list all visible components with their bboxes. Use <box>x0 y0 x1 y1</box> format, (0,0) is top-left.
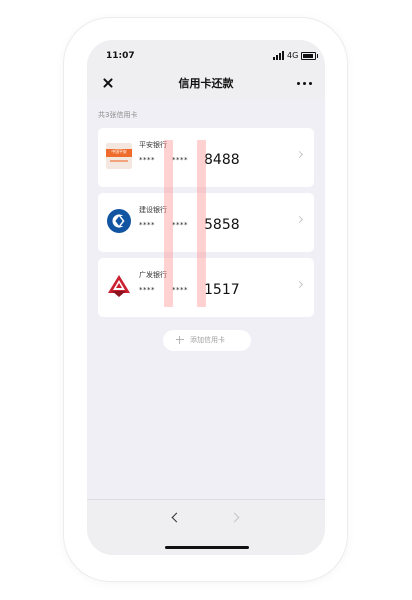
chevron-right-icon <box>295 280 304 289</box>
page-title: 信用卡还款 <box>178 77 234 90</box>
battery-fill <box>303 54 313 58</box>
back-icon[interactable] <box>171 512 179 524</box>
status-bar: 11:07 4G <box>87 40 325 70</box>
signal-icon <box>273 51 285 60</box>
network-label: 4G <box>287 51 299 60</box>
bank-name: 建设银行 <box>139 206 167 214</box>
masked-card-number-group: **** <box>139 156 155 164</box>
add-credit-card-button[interactable]: 添加信用卡 <box>163 330 251 351</box>
card-last-four: 8488 <box>204 152 240 168</box>
card-count-label: 共3张信用卡 <box>98 111 138 119</box>
more-icon[interactable] <box>297 81 313 86</box>
top-navigation-bar: 信用卡还款 <box>87 70 325 98</box>
add-credit-card-label: 添加信用卡 <box>190 336 225 344</box>
bank-name: 广发银行 <box>139 271 167 279</box>
plus-icon <box>176 336 184 344</box>
home-indicator <box>165 546 249 549</box>
close-icon[interactable] <box>99 74 117 92</box>
status-time: 11:07 <box>106 51 135 61</box>
masked-card-number-group: **** <box>172 156 188 164</box>
chevron-right-icon <box>295 150 304 159</box>
pingan-bank-logo: 中国平安 <box>106 143 132 169</box>
credit-card-item-gdb[interactable]: 广发银行 **** **** 1517 <box>98 258 314 317</box>
bank-name: 平安银行 <box>139 141 167 149</box>
battery-icon <box>301 52 318 60</box>
card-last-four: 1517 <box>204 282 240 298</box>
masked-card-number-group: **** <box>172 221 188 229</box>
card-last-four: 5858 <box>204 217 240 233</box>
masked-card-number-group: **** <box>139 286 155 294</box>
credit-card-content: 共3张信用卡 中国平安 平安银行 **** **** 8488 建设银行 ***… <box>87 98 325 499</box>
pingan-logo-line <box>110 160 128 162</box>
credit-card-item-pingan[interactable]: 中国平安 平安银行 **** **** 8488 <box>98 128 314 187</box>
chevron-right-icon <box>295 215 304 224</box>
ccb-bank-logo <box>106 208 132 234</box>
credit-card-list: 中国平安 平安银行 **** **** 8488 建设银行 **** **** … <box>98 128 314 323</box>
forward-icon[interactable] <box>231 512 239 524</box>
credit-card-item-ccb[interactable]: 建设银行 **** **** 5858 <box>98 193 314 252</box>
pingan-logo-text: 中国平安 <box>111 149 127 154</box>
bottom-navigation-bar <box>87 499 325 555</box>
phone-screen: 11:07 4G 信用卡还款 共3张信用卡 中国平安 平安银行 **** ***… <box>87 40 325 555</box>
gdb-bank-logo <box>106 273 132 299</box>
masked-card-number-group: **** <box>139 221 155 229</box>
masked-card-number-group: **** <box>172 286 188 294</box>
